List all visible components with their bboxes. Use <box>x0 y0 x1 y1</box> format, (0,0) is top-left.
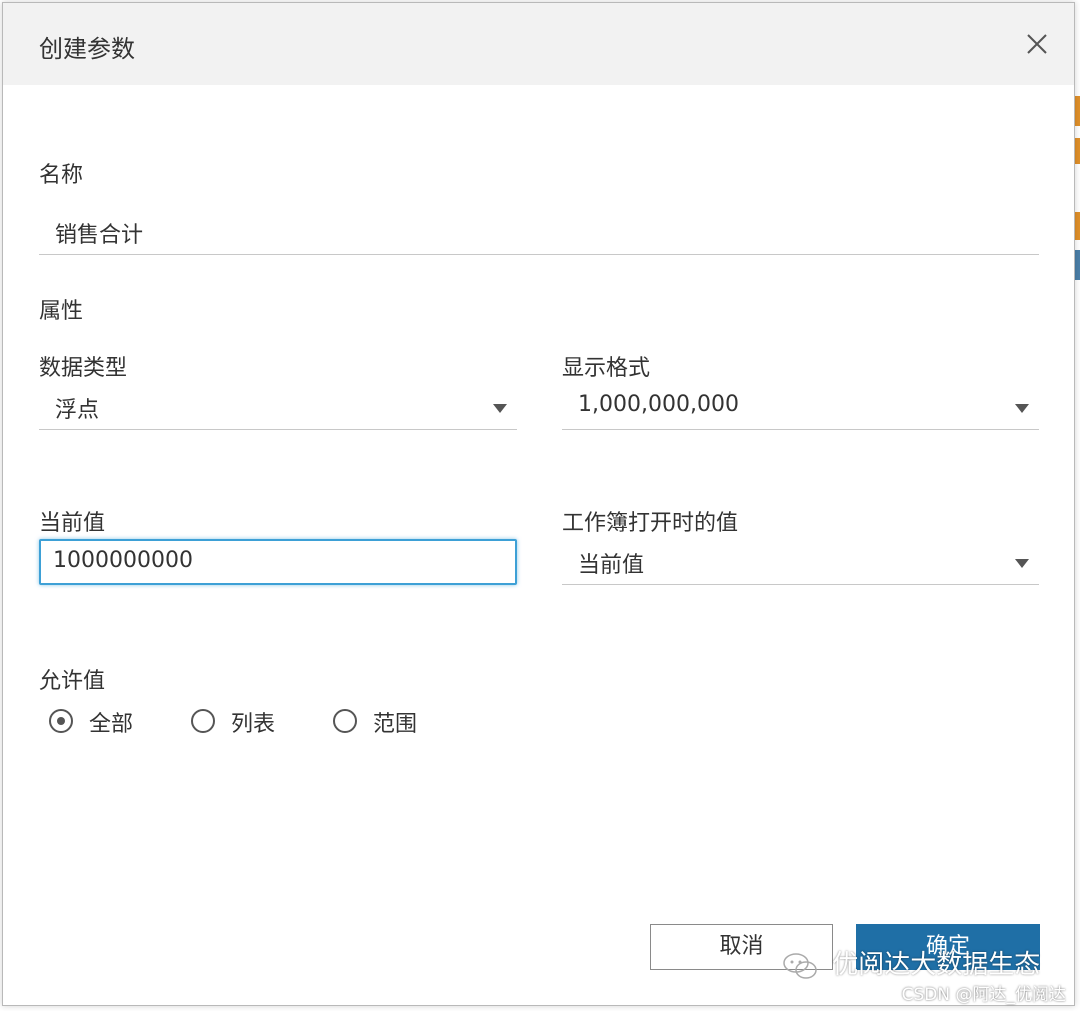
current-value-label: 当前值 <box>39 511 106 536</box>
workbook-open-value-value: 当前值 <box>578 553 645 578</box>
radio-unchecked-icon <box>333 709 357 733</box>
close-icon <box>1027 34 1047 54</box>
name-value: 销售合计 <box>55 223 144 248</box>
data-type-label: 数据类型 <box>39 356 128 381</box>
current-value-field[interactable] <box>39 539 517 585</box>
display-format-value: 1,000,000,000 <box>578 392 739 417</box>
create-parameter-dialog: 创建参数 名称 销售合计 属性 数据类型 浮点 显示格式 1,000,000,0… <box>2 2 1075 1006</box>
data-type-select[interactable]: 浮点 <box>39 384 517 430</box>
wechat-icon <box>783 952 817 979</box>
dialog-title: 创建参数 <box>39 35 135 63</box>
workbook-open-value-label: 工作簿打开时的值 <box>562 511 739 536</box>
dialog-titlebar: 创建参数 <box>3 3 1074 85</box>
display-format-label: 显示格式 <box>562 356 651 381</box>
workbook-open-value-select[interactable]: 当前值 <box>562 539 1039 585</box>
radio-all-label: 全部 <box>89 712 134 737</box>
properties-label: 属性 <box>39 299 84 324</box>
chevron-down-icon <box>1015 404 1029 413</box>
chevron-down-icon <box>1015 559 1029 568</box>
name-field[interactable]: 销售合计 <box>39 209 1039 255</box>
close-button[interactable] <box>1024 31 1050 57</box>
chevron-down-icon <box>493 404 507 413</box>
watermark: 优阅达大数据生态 <box>782 944 1040 981</box>
display-format-select[interactable]: 1,000,000,000 <box>562 384 1039 430</box>
allowed-values-label: 允许值 <box>39 669 106 694</box>
radio-checked-icon <box>49 709 73 733</box>
radio-unchecked-icon <box>191 709 215 733</box>
data-type-value: 浮点 <box>55 398 100 423</box>
radio-list-label: 列表 <box>231 712 276 737</box>
csdn-watermark: CSDN @阿达_优阅达 <box>901 985 1066 1005</box>
radio-range-label: 范围 <box>373 712 418 737</box>
name-label: 名称 <box>39 163 84 188</box>
watermark-text: 优阅达大数据生态 <box>832 950 1041 980</box>
current-value-input[interactable] <box>53 548 493 573</box>
